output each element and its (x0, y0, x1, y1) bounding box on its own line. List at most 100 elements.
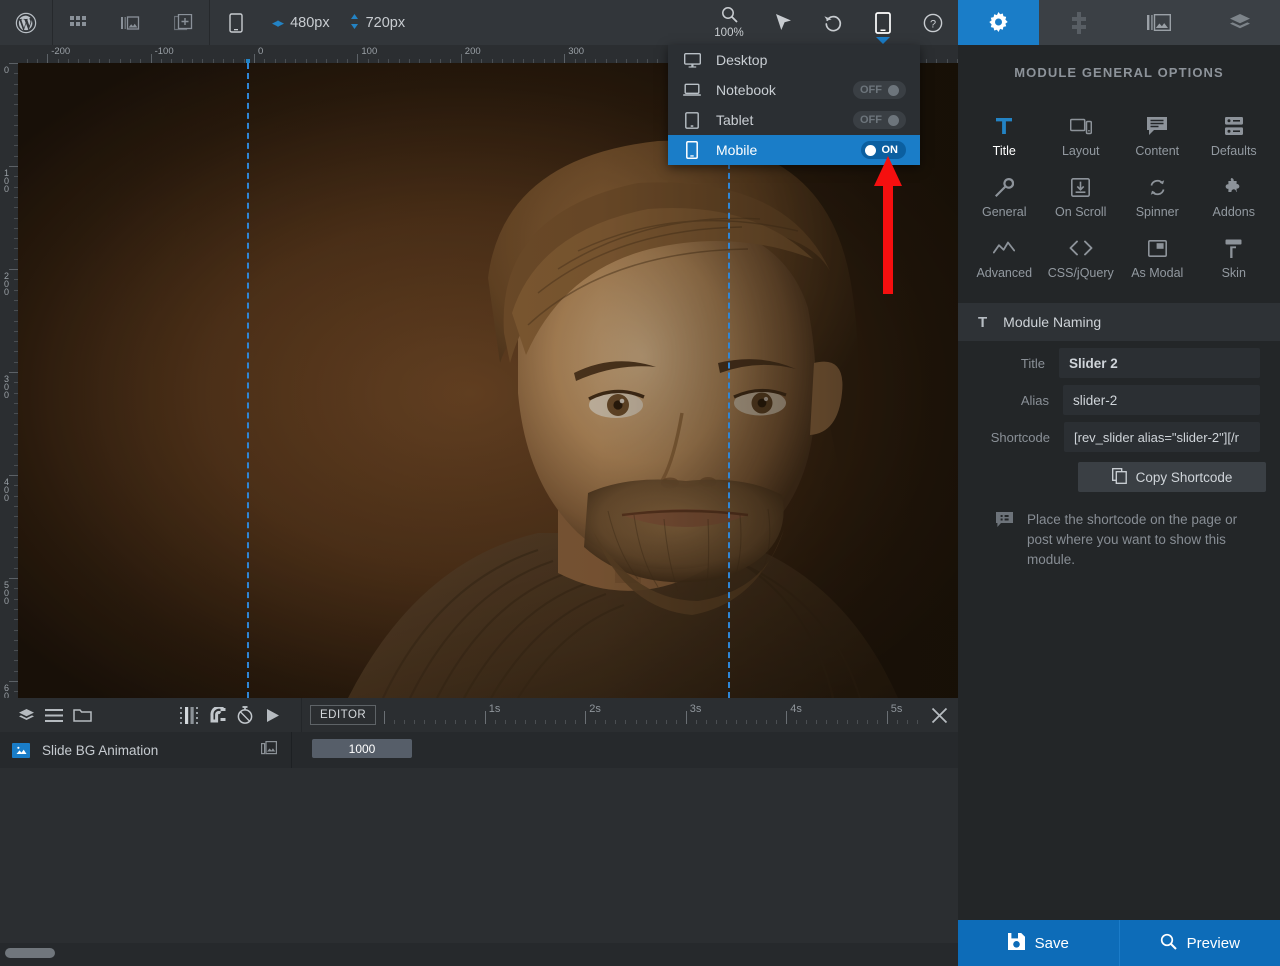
layout-icon (1069, 115, 1092, 137)
timeline-tick (464, 720, 466, 724)
option-layout[interactable]: Layout (1043, 106, 1120, 167)
ruler-tick (357, 54, 359, 63)
tablet-toggle-label: OFF (860, 114, 882, 126)
option-title[interactable]: Title (966, 106, 1043, 167)
slide-layers-icon[interactable] (105, 0, 157, 45)
timeline-tick (675, 720, 677, 724)
timeline-track[interactable]: 1000 (292, 732, 958, 768)
field-row-title: Title (958, 341, 1280, 378)
device-menu-item-notebook[interactable]: Notebook OFF (668, 75, 920, 105)
pointer-icon[interactable] (758, 0, 808, 45)
timeline-tick (484, 711, 486, 724)
mobile-device-icon[interactable] (858, 0, 908, 45)
close-icon[interactable] (920, 698, 958, 732)
timeline-ruler[interactable]: 1s2s3s4s5s6 (376, 698, 920, 732)
ruler-label: -200 (51, 46, 71, 57)
wordpress-icon[interactable] (0, 0, 52, 45)
option-addons[interactable]: Addons (1196, 167, 1273, 228)
slider-revolution-editor: ◂▸ 480px 720px 100% ? Desktop Notebook O… (0, 0, 1280, 966)
undo-icon[interactable] (808, 0, 858, 45)
tab-move[interactable] (1039, 0, 1120, 45)
section-header-module-naming[interactable]: T Module Naming (958, 303, 1280, 341)
timeline-layer-row[interactable]: Slide BG Animation 1000 (0, 732, 958, 768)
zoom-control[interactable]: 100% (700, 0, 758, 45)
option-skin[interactable]: Skin (1196, 228, 1273, 289)
copy-shortcode-label: Copy Shortcode (1135, 469, 1233, 485)
save-button[interactable]: Save (958, 920, 1120, 966)
timeline-toolbar: EDITOR 1s2s3s4s5s6 (0, 698, 958, 732)
title-field[interactable] (1059, 348, 1260, 378)
stopwatch-icon[interactable] (231, 698, 259, 732)
grid-snap-icon[interactable] (175, 698, 203, 732)
layers-icon[interactable] (12, 698, 40, 732)
timeline-tick (474, 720, 476, 724)
list-icon[interactable] (40, 698, 68, 732)
device-menu-item-tablet[interactable]: Tablet OFF (668, 105, 920, 135)
desktop-icon (682, 52, 702, 68)
option-on-scroll[interactable]: On Scroll (1043, 167, 1120, 228)
timeline-ruler-label: 4s (790, 703, 802, 715)
notebook-toggle[interactable]: OFF (853, 81, 906, 99)
question-mark-icon[interactable]: ? (908, 0, 958, 45)
scrollbar-thumb[interactable] (5, 948, 55, 958)
option-as-modal[interactable]: As Modal (1119, 228, 1196, 289)
timeline-tick (786, 711, 788, 724)
svg-text:?: ? (930, 18, 936, 30)
timeline-tick (665, 720, 667, 724)
toolbar-size-group: ◂▸ 480px 720px (210, 0, 415, 45)
option-content[interactable]: Content (1119, 106, 1196, 167)
tab-layers[interactable] (1200, 0, 1280, 45)
horizontal-scrollbar[interactable] (0, 943, 958, 966)
timeline-tick (906, 720, 908, 724)
option-advanced[interactable]: Advanced (966, 228, 1043, 289)
shortcode-field-label: Shortcode (990, 429, 1050, 445)
folder-icon[interactable] (68, 698, 96, 732)
ruler-label: 100 (361, 46, 378, 57)
editor-mode-chip[interactable]: EDITOR (310, 705, 377, 725)
vertical-ruler[interactable]: 0 100 200 300 400 500 600 (0, 63, 18, 698)
timeline-tick (756, 720, 758, 724)
timeline-ruler-label: 5s (890, 703, 903, 715)
timeline-tick (555, 720, 557, 724)
play-icon[interactable] (259, 698, 287, 732)
device-menu-label: Desktop (716, 52, 768, 68)
panel-tab-bar (958, 0, 1280, 45)
copy-shortcode-button[interactable]: Copy Shortcode (1078, 462, 1266, 492)
canvas-width-control[interactable]: ◂▸ 480px (262, 0, 340, 45)
tab-settings[interactable] (958, 0, 1039, 45)
defaults-icon (1224, 115, 1243, 137)
shortcode-hint-text: Place the shortcode on the page or post … (1027, 512, 1238, 567)
option-defaults[interactable]: Defaults (1196, 106, 1273, 167)
tab-slides[interactable] (1119, 0, 1200, 45)
ruler-tick (9, 63, 18, 64)
timeline-tick (836, 720, 838, 724)
magnet-icon[interactable] (203, 698, 231, 732)
grid-icon[interactable] (53, 0, 105, 45)
tablet-toggle[interactable]: OFF (853, 111, 906, 129)
timeline-tick (866, 720, 868, 724)
timeline-tick (384, 711, 386, 724)
add-document-icon[interactable] (157, 0, 209, 45)
option-label: On Scroll (1055, 205, 1107, 219)
animation-clip[interactable]: 1000 (312, 739, 412, 758)
option-label: Skin (1221, 266, 1246, 280)
ruler-label: 600 (3, 683, 9, 699)
mobile-icon[interactable] (210, 0, 262, 45)
image-stack-icon[interactable] (261, 740, 277, 760)
option-css-jquery[interactable]: CSS/jQuery (1043, 228, 1120, 289)
preview-button[interactable]: Preview (1119, 920, 1280, 966)
timeline-tick (896, 720, 898, 724)
timeline-tick (876, 720, 878, 724)
option-general[interactable]: General (966, 167, 1043, 228)
timeline-tick (725, 720, 727, 724)
canvas-height-control[interactable]: 720px (340, 0, 416, 45)
vertical-guide-left[interactable] (247, 63, 249, 698)
device-menu-item-desktop[interactable]: Desktop (668, 45, 920, 75)
ruler-label: 100 (3, 168, 9, 194)
option-spinner[interactable]: Spinner (1119, 167, 1196, 228)
shortcode-field[interactable] (1064, 422, 1260, 452)
ruler-tick (9, 578, 18, 579)
alias-field[interactable] (1063, 385, 1260, 415)
timeline-tick (625, 720, 627, 724)
timeline-tick (605, 720, 607, 724)
